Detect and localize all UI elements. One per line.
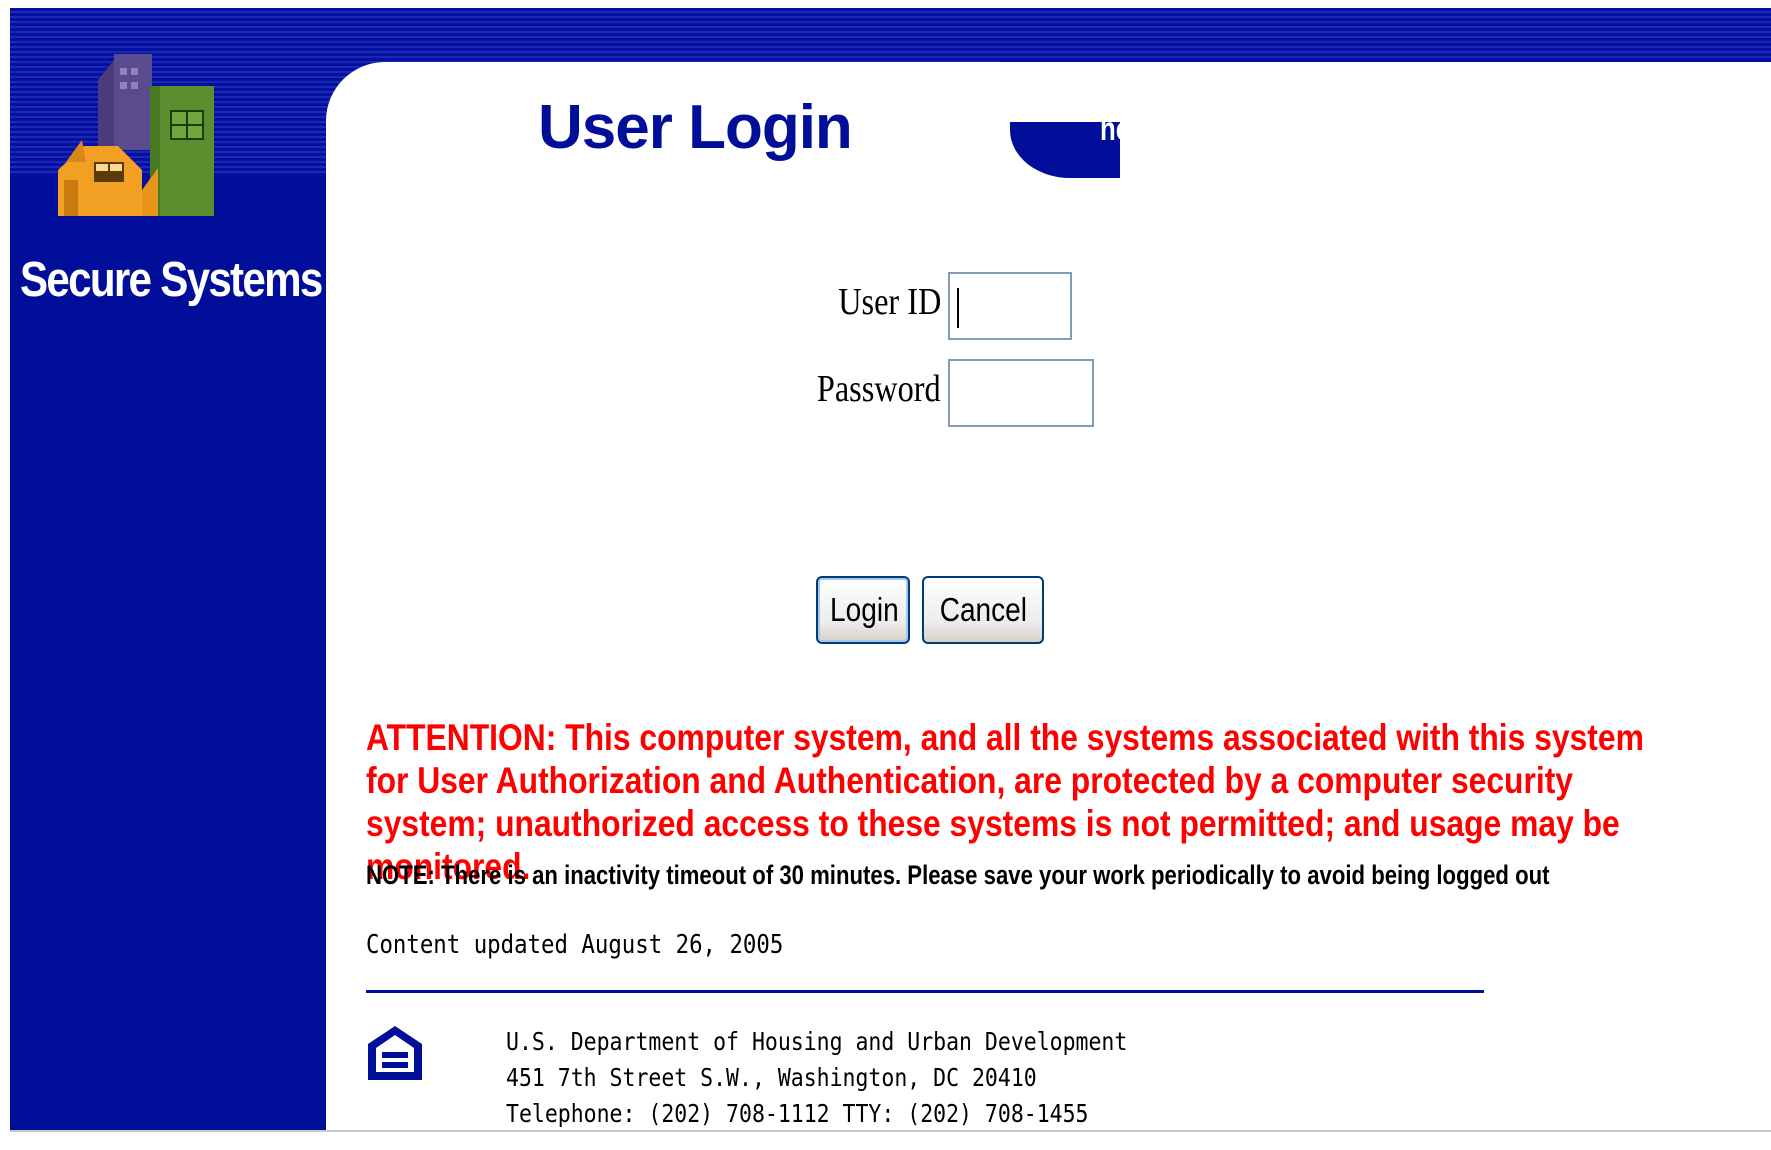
page-title: User Login <box>538 93 853 162</box>
equal-housing-opportunity-icon <box>368 1026 422 1080</box>
nav-separator: | <box>1349 110 1356 147</box>
login-button[interactable]: Login <box>816 576 910 644</box>
userid-label: User ID <box>837 281 941 323</box>
footer-phone: Telephone: (202) 708-1112 TTY: (202) 708… <box>506 1099 1089 1128</box>
nav-link-help[interactable]: help <box>1290 110 1343 147</box>
password-input[interactable] <box>948 359 1094 427</box>
content-panel <box>326 62 1771 1130</box>
footer-org: U.S. Department of Housing and Urban Dev… <box>506 1027 1128 1056</box>
content-updated: Content updated August 26, 2005 <box>366 930 784 960</box>
userid-input[interactable] <box>948 272 1072 340</box>
nav-link-home[interactable]: home <box>1464 110 1533 147</box>
houses-logo-icon[interactable] <box>58 50 258 240</box>
password-label: Password <box>817 368 941 410</box>
footer-address: U.S. Department of Housing and Urban Dev… <box>506 1024 1127 1132</box>
nav-link-search[interactable]: search <box>1362 110 1445 147</box>
nav-link-mail[interactable]: mail <box>1219 110 1271 147</box>
footer-divider <box>366 990 1484 993</box>
login-button-label: Login <box>830 591 899 628</box>
text-caret <box>957 288 959 328</box>
top-nav: housing | mail | help | search | home <box>1100 110 1533 148</box>
nav-separator: | <box>1451 110 1458 147</box>
cancel-button-label: Cancel <box>939 591 1027 628</box>
nav-link-housing[interactable]: housing <box>1100 110 1200 147</box>
timeout-note: NOTE: There is an inactivity timeout of … <box>366 860 1550 890</box>
nav-separator: | <box>1277 110 1284 147</box>
bottom-border <box>10 1130 1771 1132</box>
footer-street: 451 7th Street S.W., Washington, DC 2041… <box>506 1063 1037 1092</box>
brand-title: Secure Systems <box>20 253 323 307</box>
nav-separator: | <box>1206 110 1214 147</box>
page: Secure Systems User Login housing | mail | h… <box>0 0 1771 1150</box>
cancel-button[interactable]: Cancel <box>922 576 1044 644</box>
